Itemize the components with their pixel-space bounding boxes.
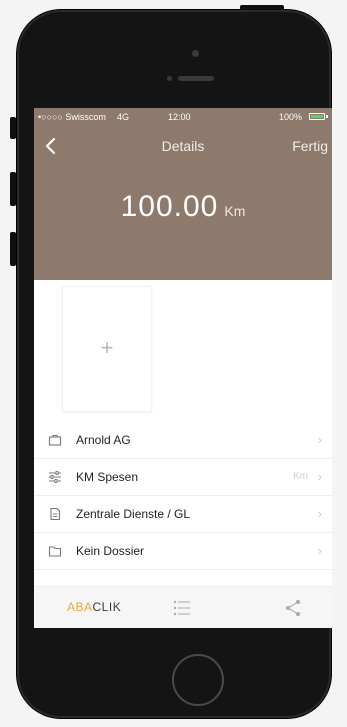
battery-tip: [326, 115, 328, 118]
chevron-right-icon: ›: [317, 506, 322, 521]
app-screen: •○○○○ Swisscom 4G 12:00 100% Details Fer…: [34, 108, 332, 628]
page-title: Details: [161, 138, 205, 154]
list-item-customer[interactable]: Arnold AG ›: [34, 422, 332, 459]
amount-value: 100.00: [120, 190, 219, 223]
status-bar: •○○○○ Swisscom 4G 12:00 100%: [34, 108, 332, 126]
list-item-label: KM Spesen: [76, 470, 139, 484]
done-button[interactable]: Fertig: [292, 138, 328, 154]
briefcase-icon: [48, 434, 62, 446]
volume-up-button: [10, 172, 16, 206]
detail-header: •○○○○ Swisscom 4G 12:00 100% Details Fer…: [34, 108, 332, 280]
battery-percent: 100%: [279, 112, 303, 122]
add-attachment-button[interactable]: +: [62, 286, 152, 412]
list-item-dossier[interactable]: Kein Dossier ›: [34, 533, 332, 570]
list-item-expense-type[interactable]: KM Spesen Km ›: [34, 459, 332, 496]
carrier-label: •○○○○ Swisscom: [38, 112, 106, 122]
tab-share[interactable]: [232, 587, 332, 628]
list-item-label: Zentrale Dienste / GL: [76, 507, 191, 521]
document-icon: [50, 507, 61, 521]
battery-level: [311, 115, 323, 118]
folder-icon: [48, 546, 62, 557]
chevron-right-icon: ›: [317, 469, 322, 484]
detail-list: Arnold AG › KM Spesen Km › Zentrale Dien…: [34, 422, 332, 570]
plus-icon: +: [100, 335, 114, 360]
clock-label: 12:00: [168, 112, 191, 122]
logo-part-clik: CLIK: [92, 600, 122, 614]
power-button: [240, 5, 284, 10]
network-label: 4G: [117, 112, 130, 122]
tab-home[interactable]: ABACLIK: [34, 587, 134, 628]
navigation-bar: Details Fertig: [34, 134, 332, 158]
chevron-right-icon: ›: [317, 432, 322, 447]
list-item-cost-center[interactable]: Zentrale Dienste / GL ›: [34, 496, 332, 533]
volume-down-button: [10, 232, 16, 266]
share-icon: [286, 600, 300, 616]
list-item-value: Km: [293, 471, 308, 482]
mute-switch: [10, 117, 16, 139]
front-camera: [167, 76, 172, 81]
amount-display[interactable]: 100.00 Km: [34, 190, 332, 224]
chevron-right-icon: ›: [317, 543, 322, 558]
tab-bar: ABACLIK: [34, 586, 332, 628]
tab-list[interactable]: [134, 587, 232, 628]
list-item-label: Kein Dossier: [76, 544, 145, 558]
earpiece-speaker: [178, 76, 214, 81]
sliders-icon: [49, 471, 61, 483]
abaclik-logo: ABACLIK: [67, 600, 121, 614]
logo-part-aba: ABA: [67, 600, 93, 614]
list-item-label: Arnold AG: [76, 433, 131, 447]
list-icon: [173, 600, 190, 616]
sensor-dot: [192, 50, 199, 57]
battery-icon: [309, 113, 325, 120]
home-button[interactable]: [172, 654, 224, 706]
amount-unit: Km: [224, 203, 246, 219]
